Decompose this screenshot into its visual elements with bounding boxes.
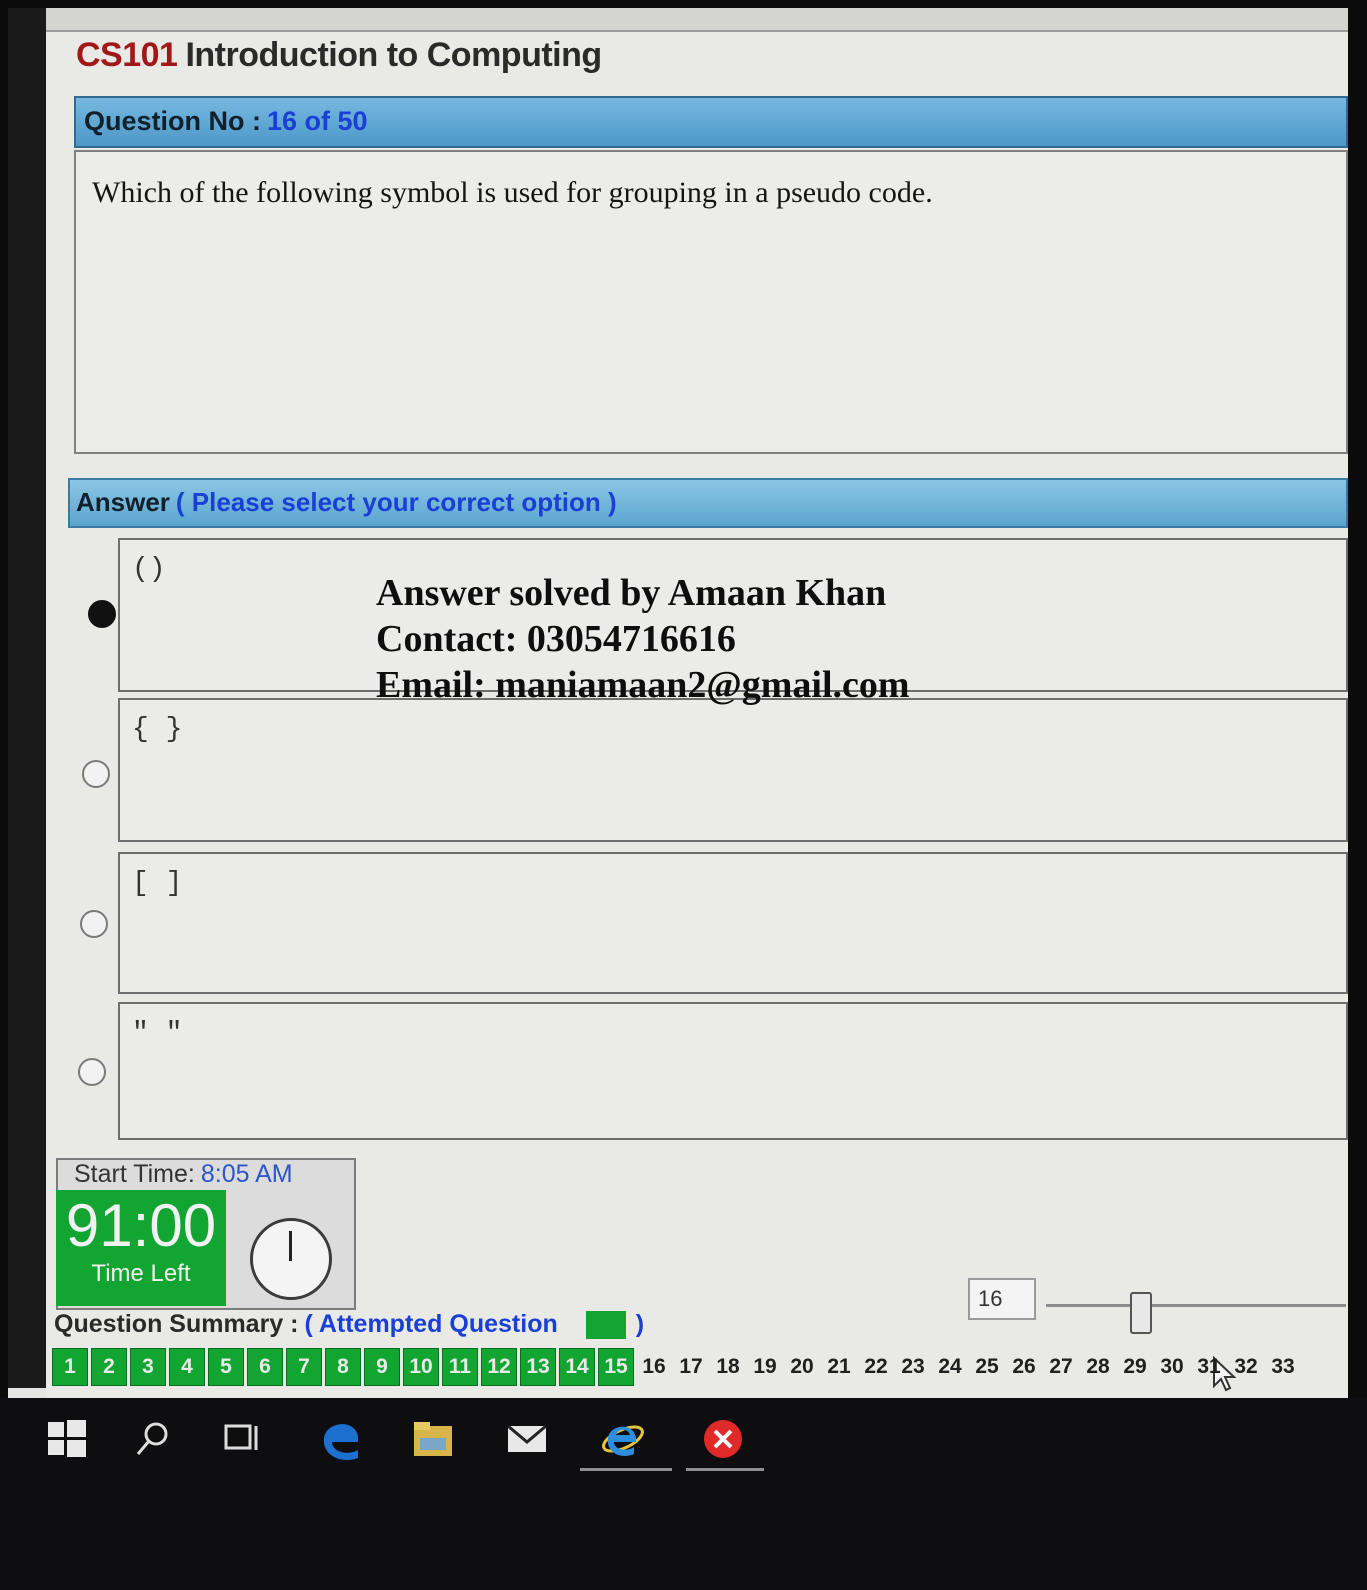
windows-start-icon[interactable] (44, 1416, 90, 1462)
question-text: Which of the following symbol is used fo… (92, 176, 933, 209)
course-title: CS101 Introduction to Computing (76, 36, 602, 75)
question-jump-input[interactable]: 16 (968, 1278, 1036, 1320)
course-name: Introduction to Computing (185, 36, 602, 74)
question-summary-cell[interactable]: 10 (403, 1348, 439, 1386)
active-app-indicator (580, 1468, 672, 1471)
question-summary: Question Summary :( Attempted Question) (54, 1310, 645, 1340)
windows-taskbar (0, 1398, 1367, 1590)
question-grid: 1 2 3 4 5 6 7 8 9 10 11 12 13 14 15 16 17 18 19 20 21 22 23 24 2… (52, 1348, 1303, 1388)
option-3-radio[interactable] (80, 910, 108, 938)
option-1-radio[interactable] (88, 600, 116, 628)
overlay-line-2: Contact: 03054716616 (376, 618, 736, 660)
task-view-icon[interactable] (220, 1416, 266, 1462)
overlay-line-1: Answer solved by Amaan Khan (376, 572, 887, 614)
summary-hint-close: ) (635, 1310, 645, 1338)
question-summary-cell[interactable]: 17 (674, 1349, 708, 1385)
question-slider-thumb[interactable] (1130, 1292, 1152, 1334)
countdown-timer: 91:00 Time Left (56, 1190, 226, 1306)
question-summary-cell[interactable]: 33 (1266, 1349, 1300, 1385)
question-summary-cell[interactable]: 5 (208, 1348, 244, 1386)
option-2[interactable]: { } (118, 698, 1348, 842)
question-summary-cell[interactable]: 12 (481, 1348, 517, 1386)
question-summary-cell[interactable]: 4 (169, 1348, 205, 1386)
option-4-radio[interactable] (78, 1058, 106, 1086)
option-3-text: [ ] (132, 868, 183, 899)
question-summary-cell[interactable]: 20 (785, 1349, 819, 1385)
app-indicator (686, 1468, 764, 1471)
option-4[interactable]: " " (118, 1002, 1348, 1140)
clock-icon (250, 1218, 332, 1300)
mail-icon[interactable] (504, 1416, 550, 1462)
edge-icon[interactable] (318, 1416, 364, 1462)
option-3[interactable]: [ ] (118, 852, 1348, 994)
question-summary-cell[interactable]: 7 (286, 1348, 322, 1386)
window-top-strip (46, 8, 1348, 32)
question-summary-cell[interactable]: 2 (91, 1348, 127, 1386)
question-summary-cell[interactable]: 24 (933, 1349, 967, 1385)
overlay-line-3: Email: maniamaan2@gmail.com (376, 664, 910, 706)
time-remaining: 91:00 (65, 1192, 217, 1259)
question-summary-cell[interactable]: 6 (247, 1348, 283, 1386)
option-2-text: { } (132, 714, 183, 745)
time-left-label: Time Left (91, 1260, 191, 1287)
question-summary-cell[interactable]: 23 (896, 1349, 930, 1385)
internet-explorer-icon[interactable] (600, 1416, 646, 1462)
question-summary-cell[interactable]: 11 (442, 1348, 478, 1386)
exam-window: CS101 Introduction to Computing Question … (46, 8, 1348, 1398)
summary-hint: ( Attempted Question) (304, 1310, 645, 1340)
answer-hint: ( Please select your correct option ) (175, 487, 617, 517)
question-number: 16 of 50 (267, 106, 368, 136)
course-code: CS101 (76, 36, 178, 74)
start-time-label: Start Time: (74, 1160, 195, 1188)
question-summary-cell[interactable]: 8 (325, 1348, 361, 1386)
question-summary-cell[interactable]: 27 (1044, 1349, 1078, 1385)
screen-bezel (8, 8, 46, 1388)
option-1-text: () (132, 554, 166, 585)
question-slider-track[interactable] (1046, 1304, 1346, 1307)
question-summary-cell[interactable]: 16 (637, 1349, 671, 1385)
answer-header: Answer( Please select your correct optio… (68, 478, 1348, 528)
question-summary-cell[interactable]: 18 (711, 1349, 745, 1385)
question-summary-cell[interactable]: 28 (1081, 1349, 1115, 1385)
question-summary-cell[interactable]: 31 (1192, 1349, 1226, 1385)
question-summary-cell[interactable]: 22 (859, 1349, 893, 1385)
option-4-text: " " (132, 1018, 183, 1049)
question-summary-cell[interactable]: 21 (822, 1349, 856, 1385)
search-icon[interactable] (130, 1416, 176, 1462)
watermark-overlay: Answer solved by Amaan Khan Contact: 030… (376, 570, 910, 708)
question-summary-cell[interactable]: 26 (1007, 1349, 1041, 1385)
question-box: Which of the following symbol is used fo… (74, 150, 1348, 454)
attempted-legend-swatch (585, 1311, 626, 1340)
start-time-value: 8:05 AM (200, 1160, 293, 1188)
close-app-icon[interactable] (700, 1416, 746, 1462)
summary-label: Question Summary : (54, 1310, 299, 1338)
file-explorer-icon[interactable] (410, 1416, 456, 1462)
question-summary-cell[interactable]: 15 (598, 1348, 634, 1386)
question-summary-cell[interactable]: 13 (520, 1348, 556, 1386)
question-header: Question No :16 of 50 (74, 96, 1348, 148)
answer-label: Answer (76, 487, 170, 517)
monitor-screen: CS101 Introduction to Computing Question … (8, 8, 1348, 1398)
question-label: Question No : (84, 106, 261, 136)
question-summary-cell[interactable]: 9 (364, 1348, 400, 1386)
question-summary-cell[interactable]: 14 (559, 1348, 595, 1386)
question-summary-cell[interactable]: 1 (52, 1348, 88, 1386)
start-time: Start Time: 8:05 AM (74, 1160, 293, 1189)
question-summary-cell[interactable]: 30 (1155, 1349, 1189, 1385)
question-summary-cell[interactable]: 29 (1118, 1349, 1152, 1385)
option-2-radio[interactable] (82, 760, 110, 788)
question-summary-cell[interactable]: 25 (970, 1349, 1004, 1385)
question-summary-cell[interactable]: 32 (1229, 1349, 1263, 1385)
summary-hint-text: ( Attempted Question (304, 1310, 558, 1338)
question-summary-cell[interactable]: 3 (130, 1348, 166, 1386)
question-summary-cell[interactable]: 19 (748, 1349, 782, 1385)
